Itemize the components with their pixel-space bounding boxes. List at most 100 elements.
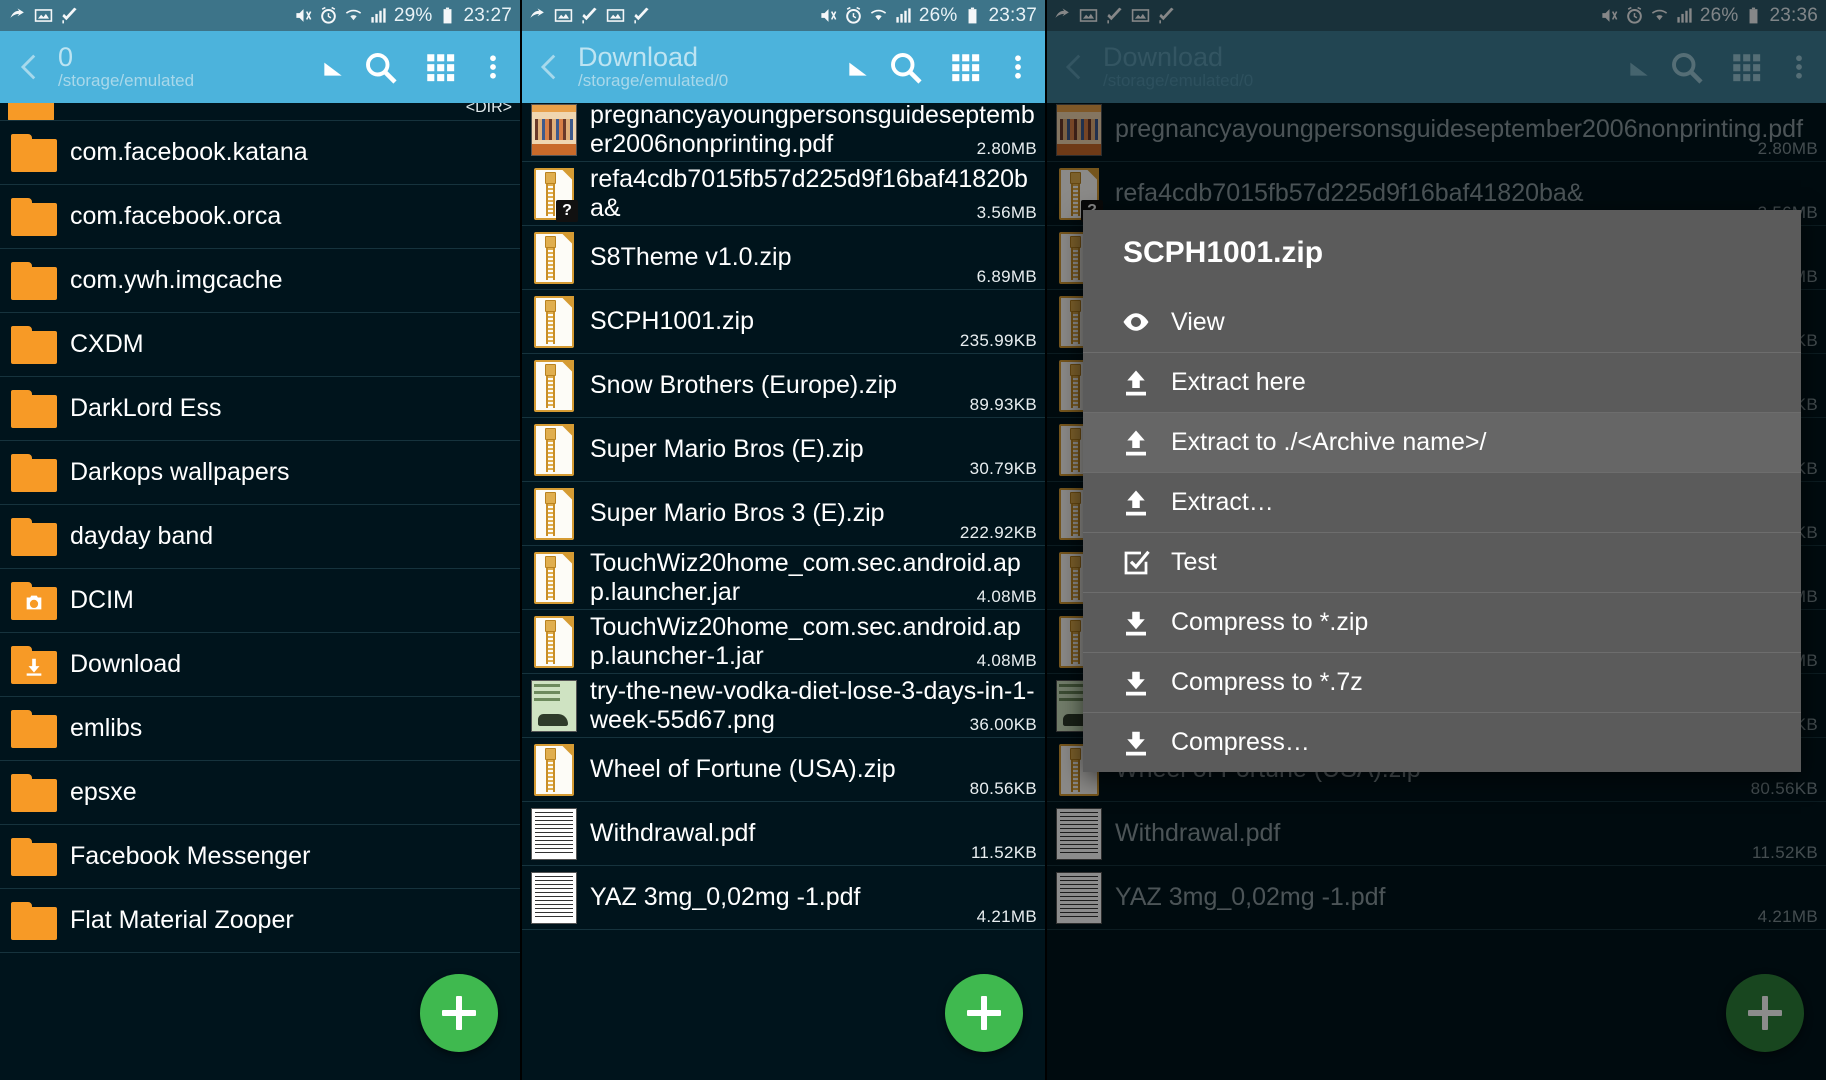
file-row[interactable]: dayday band bbox=[0, 505, 520, 569]
file-meta: 4.08MB bbox=[977, 651, 1037, 671]
menu-item-label: Compress… bbox=[1163, 728, 1310, 757]
search-icon[interactable] bbox=[875, 37, 935, 97]
file-row[interactable]: TouchWiz20home_com.sec.android.app.launc… bbox=[520, 610, 1045, 674]
breadcrumb[interactable]: 0 /storage/emulated bbox=[56, 43, 320, 91]
file-row[interactable]: try-the-new-vodka-diet-lose-3-days-in-1-… bbox=[520, 674, 1045, 738]
breadcrumb[interactable]: Download /storage/emulated/0 bbox=[576, 43, 845, 91]
file-row[interactable]: YAZ 3mg_0,02mg -1.pdf4.21MB bbox=[520, 866, 1045, 930]
menu-item-extract[interactable]: Extract… bbox=[1083, 472, 1801, 532]
file-row[interactable]: DCIM bbox=[0, 569, 520, 633]
file-meta: 80.56KB bbox=[970, 779, 1037, 799]
file-icon bbox=[8, 454, 60, 492]
menu-item-label: Compress to *.7z bbox=[1163, 668, 1363, 697]
file-name: com.facebook.katana bbox=[60, 138, 514, 167]
file-icon: ? bbox=[528, 168, 580, 220]
file-icon bbox=[8, 326, 60, 364]
overflow-icon[interactable] bbox=[995, 37, 1041, 97]
folder-icon bbox=[11, 198, 57, 236]
grid-icon[interactable] bbox=[410, 37, 470, 97]
folder-icon bbox=[11, 902, 57, 940]
file-icon bbox=[528, 488, 580, 540]
thumb-doc2-icon bbox=[531, 872, 577, 924]
file-row[interactable]: Flat Material Zooper bbox=[0, 889, 520, 953]
action-bar: Download /storage/emulated/0 bbox=[520, 31, 1045, 103]
file-row[interactable]: com.ywh.imgcache bbox=[0, 249, 520, 313]
file-row[interactable]: emlibs bbox=[0, 697, 520, 761]
file-row[interactable]: Wheel of Fortune (USA).zip80.56KB bbox=[520, 738, 1045, 802]
file-row[interactable]: ?refa4cdb7015fb57d225d9f16baf41820ba&3.5… bbox=[520, 162, 1045, 226]
file-row[interactable]: pregnancyayoungpersonsguideseptember2006… bbox=[520, 98, 1045, 162]
search-icon[interactable] bbox=[350, 37, 410, 97]
menu-item-label: Extract to ./<Archive name>/ bbox=[1163, 428, 1486, 457]
zip-icon bbox=[534, 616, 574, 668]
mute-icon bbox=[819, 6, 838, 25]
file-icon bbox=[8, 518, 60, 556]
file-name: com.ywh.imgcache bbox=[60, 266, 514, 295]
folder-icon bbox=[11, 390, 57, 428]
file-list[interactable]: pregnancyayoungpersonsguideseptember2006… bbox=[520, 98, 1045, 1080]
menu-item-label: Compress to *.zip bbox=[1163, 608, 1368, 637]
file-row[interactable]: S8Theme v1.0.zip6.89MB bbox=[520, 226, 1045, 290]
overflow-icon[interactable] bbox=[470, 37, 516, 97]
zip-icon bbox=[534, 488, 574, 540]
file-row[interactable]: epsxe bbox=[0, 761, 520, 825]
folder-icon bbox=[11, 518, 57, 556]
sort-triangle-icon[interactable] bbox=[320, 54, 346, 80]
panel-context-menu: 26% 23:36 Download /storage/emulated/0 bbox=[1045, 0, 1826, 1080]
file-row[interactable]: com.facebook.orca bbox=[0, 185, 520, 249]
menu-item-compress-to-7z[interactable]: Compress to *.7z bbox=[1083, 652, 1801, 712]
menu-item-test[interactable]: Test bbox=[1083, 532, 1801, 592]
file-icon bbox=[528, 360, 580, 412]
menu-item-extract-here[interactable]: Extract here bbox=[1083, 352, 1801, 412]
add-button[interactable] bbox=[945, 974, 1023, 1052]
download-icon bbox=[8, 6, 27, 25]
folder-icon bbox=[11, 838, 57, 876]
file-row[interactable]: Download bbox=[0, 633, 520, 697]
zip-icon bbox=[534, 424, 574, 476]
file-row[interactable]: com.facebook.katana bbox=[0, 121, 520, 185]
file-row[interactable]: Super Mario Bros 3 (E).zip222.92KB bbox=[520, 482, 1045, 546]
file-name: dayday band bbox=[60, 522, 514, 551]
file-list[interactable]: com.facebook.katana com.facebook.orca com.… bbox=[0, 121, 520, 1080]
file-meta: 30.79KB bbox=[970, 459, 1037, 479]
signal-icon bbox=[369, 6, 388, 25]
extract-up-icon bbox=[1109, 368, 1163, 398]
context-menu-items[interactable]: View Extract here Extract to ./<Archive na… bbox=[1083, 292, 1801, 772]
file-row[interactable]: Super Mario Bros (E).zip30.79KB bbox=[520, 418, 1045, 482]
context-menu[interactable]: SCPH1001.zip ViewExtract hereExtract to … bbox=[1083, 210, 1801, 772]
folder-download-icon bbox=[11, 646, 57, 684]
checkbox-check-icon bbox=[1109, 548, 1163, 578]
status-notification-icons bbox=[8, 6, 79, 25]
file-row[interactable]: Withdrawal.pdf11.52KB bbox=[520, 802, 1045, 866]
menu-item-extract-to-archive-name[interactable]: Extract to ./<Archive name>/ bbox=[1083, 412, 1801, 472]
file-icon bbox=[528, 808, 580, 860]
file-row[interactable]: TouchWiz20home_com.sec.android.app.launc… bbox=[520, 546, 1045, 610]
file-row[interactable]: CXDM bbox=[0, 313, 520, 377]
compress-down-icon bbox=[1109, 668, 1163, 698]
menu-item-label: Extract here bbox=[1163, 368, 1306, 397]
battery-icon bbox=[438, 6, 457, 25]
file-row[interactable]: Snow Brothers (Europe).zip89.93KB bbox=[520, 354, 1045, 418]
file-icon bbox=[8, 582, 60, 620]
add-button[interactable] bbox=[420, 974, 498, 1052]
menu-item-compress[interactable]: Compress… bbox=[1083, 712, 1801, 772]
download-icon bbox=[528, 6, 547, 25]
sort-triangle-icon[interactable] bbox=[845, 54, 871, 80]
file-name: S8Theme v1.0.zip bbox=[580, 243, 1039, 272]
back-icon[interactable] bbox=[4, 37, 56, 97]
grid-icon[interactable] bbox=[935, 37, 995, 97]
file-row[interactable]: Facebook Messenger bbox=[0, 825, 520, 889]
file-name: DCIM bbox=[60, 586, 514, 615]
file-meta: 11.52KB bbox=[971, 843, 1037, 863]
back-icon[interactable] bbox=[524, 37, 576, 97]
menu-item-compress-to-zip[interactable]: Compress to *.zip bbox=[1083, 592, 1801, 652]
mute-icon bbox=[294, 6, 313, 25]
file-meta: 36.00KB bbox=[970, 715, 1037, 735]
file-icon bbox=[8, 262, 60, 300]
file-row[interactable]: SCPH1001.zip235.99KB bbox=[520, 290, 1045, 354]
signal-icon bbox=[894, 6, 913, 25]
add-icon bbox=[440, 994, 478, 1032]
menu-item-view[interactable]: View bbox=[1083, 292, 1801, 352]
file-row[interactable]: Darkops wallpapers bbox=[0, 441, 520, 505]
file-row[interactable]: DarkLord Ess bbox=[0, 377, 520, 441]
